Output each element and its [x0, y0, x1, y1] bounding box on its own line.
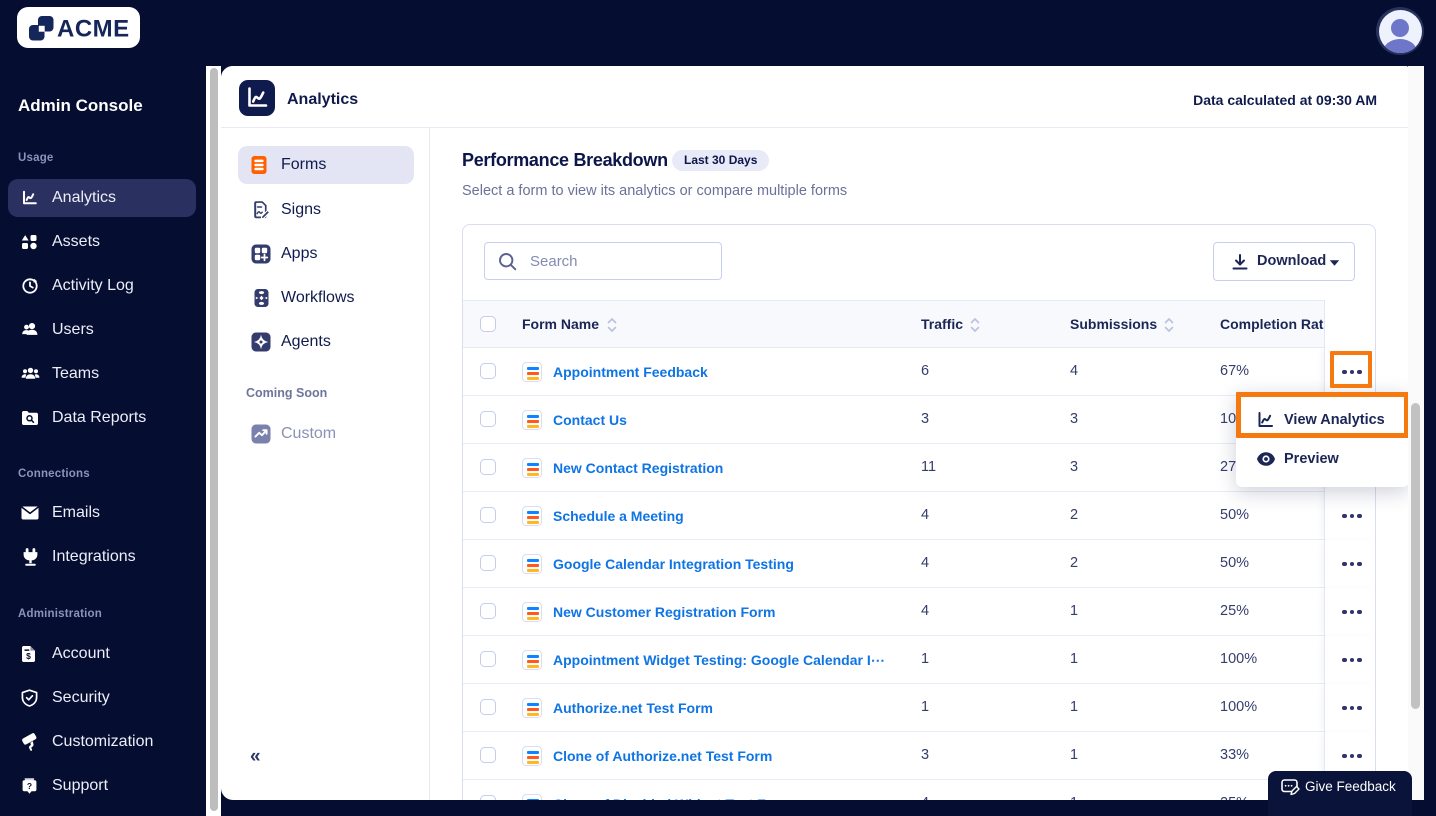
svg-text:ACME: ACME — [57, 16, 130, 43]
svg-text:?: ? — [27, 781, 32, 791]
svg-text:$: $ — [26, 651, 31, 661]
